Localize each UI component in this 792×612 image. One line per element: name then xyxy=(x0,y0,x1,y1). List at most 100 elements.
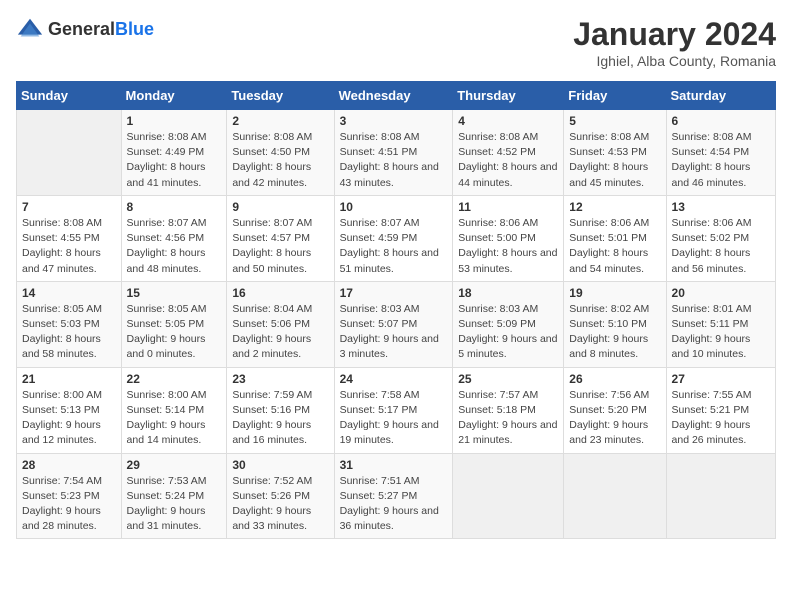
calendar-table: SundayMondayTuesdayWednesdayThursdayFrid… xyxy=(16,81,776,539)
day-number: 31 xyxy=(340,458,448,472)
day-info: Sunrise: 7:57 AMSunset: 5:18 PMDaylight:… xyxy=(458,388,558,449)
day-info: Sunrise: 8:06 AMSunset: 5:00 PMDaylight:… xyxy=(458,216,558,277)
day-number: 22 xyxy=(127,372,222,386)
weekday-header-tuesday: Tuesday xyxy=(227,82,334,110)
day-number: 11 xyxy=(458,200,558,214)
calendar-cell: 7Sunrise: 8:08 AMSunset: 4:55 PMDaylight… xyxy=(17,195,122,281)
week-row-2: 7Sunrise: 8:08 AMSunset: 4:55 PMDaylight… xyxy=(17,195,776,281)
day-info: Sunrise: 8:05 AMSunset: 5:03 PMDaylight:… xyxy=(22,302,116,363)
logo: GeneralBlue xyxy=(16,16,154,44)
day-info: Sunrise: 7:51 AMSunset: 5:27 PMDaylight:… xyxy=(340,474,448,535)
calendar-cell: 28 Sunrise: 7:54 AMSunset: 5:23 PMDayligh… xyxy=(17,453,122,539)
calendar-cell: 19 Sunrise: 8:02 AMSunset: 5:10 PMDayligh… xyxy=(564,281,666,367)
day-number: 25 xyxy=(458,372,558,386)
calendar-cell: 25 Sunrise: 7:57 AMSunset: 5:18 PMDayligh… xyxy=(453,367,564,453)
day-number: 21 xyxy=(22,372,116,386)
day-info: Sunrise: 8:04 AMSunset: 5:06 PMDaylight:… xyxy=(232,302,328,363)
day-info: Sunrise: 7:56 AMSunset: 5:20 PMDaylight:… xyxy=(569,388,660,449)
day-number: 4 xyxy=(458,114,558,128)
day-info: Sunrise: 8:08 AMSunset: 4:53 PMDaylight:… xyxy=(569,130,660,191)
day-info: Sunrise: 8:08 AMSunset: 4:50 PMDaylight:… xyxy=(232,130,328,191)
day-info: Sunrise: 7:55 AMSunset: 5:21 PMDaylight:… xyxy=(672,388,770,449)
weekday-header-wednesday: Wednesday xyxy=(334,82,453,110)
day-number: 9 xyxy=(232,200,328,214)
day-info: Sunrise: 8:00 AMSunset: 5:14 PMDaylight:… xyxy=(127,388,222,449)
day-info: Sunrise: 8:08 AMSunset: 4:51 PMDaylight:… xyxy=(340,130,448,191)
day-number: 19 xyxy=(569,286,660,300)
day-number: 16 xyxy=(232,286,328,300)
day-info: Sunrise: 8:07 AMSunset: 4:57 PMDaylight:… xyxy=(232,216,328,277)
calendar-cell: 12Sunrise: 8:06 AMSunset: 5:01 PMDayligh… xyxy=(564,195,666,281)
day-info: Sunrise: 8:08 AMSunset: 4:52 PMDaylight:… xyxy=(458,130,558,191)
day-number: 7 xyxy=(22,200,116,214)
calendar-cell xyxy=(666,453,775,539)
weekday-header-friday: Friday xyxy=(564,82,666,110)
day-info: Sunrise: 8:00 AMSunset: 5:13 PMDaylight:… xyxy=(22,388,116,449)
calendar-cell xyxy=(564,453,666,539)
day-number: 24 xyxy=(340,372,448,386)
day-info: Sunrise: 8:02 AMSunset: 5:10 PMDaylight:… xyxy=(569,302,660,363)
calendar-cell: 3 Sunrise: 8:08 AMSunset: 4:51 PMDaylight… xyxy=(334,110,453,196)
day-number: 3 xyxy=(340,114,448,128)
calendar-cell: 9 Sunrise: 8:07 AMSunset: 4:57 PMDaylight… xyxy=(227,195,334,281)
weekday-header-row: SundayMondayTuesdayWednesdayThursdayFrid… xyxy=(17,82,776,110)
week-row-1: 1 Sunrise: 8:08 AMSunset: 4:49 PMDaylight… xyxy=(17,110,776,196)
week-row-5: 28 Sunrise: 7:54 AMSunset: 5:23 PMDayligh… xyxy=(17,453,776,539)
calendar-cell: 17Sunrise: 8:03 AMSunset: 5:07 PMDayligh… xyxy=(334,281,453,367)
logo-general: General xyxy=(48,19,115,39)
logo-blue: Blue xyxy=(115,19,154,39)
week-row-4: 21 Sunrise: 8:00 AMSunset: 5:13 PMDayligh… xyxy=(17,367,776,453)
calendar-cell: 11 Sunrise: 8:06 AMSunset: 5:00 PMDayligh… xyxy=(453,195,564,281)
day-number: 10 xyxy=(340,200,448,214)
day-number: 29 xyxy=(127,458,222,472)
calendar-cell: 8Sunrise: 8:07 AMSunset: 4:56 PMDaylight… xyxy=(121,195,227,281)
day-info: Sunrise: 8:03 AMSunset: 5:07 PMDaylight:… xyxy=(340,302,448,363)
calendar-cell: 30 Sunrise: 7:52 AMSunset: 5:26 PMDayligh… xyxy=(227,453,334,539)
day-info: Sunrise: 7:54 AMSunset: 5:23 PMDaylight:… xyxy=(22,474,116,535)
calendar-cell: 16 Sunrise: 8:04 AMSunset: 5:06 PMDayligh… xyxy=(227,281,334,367)
calendar-cell: 6Sunrise: 8:08 AMSunset: 4:54 PMDaylight… xyxy=(666,110,775,196)
calendar-cell: 23Sunrise: 7:59 AMSunset: 5:16 PMDayligh… xyxy=(227,367,334,453)
calendar-cell: 27 Sunrise: 7:55 AMSunset: 5:21 PMDayligh… xyxy=(666,367,775,453)
calendar-cell: 13 Sunrise: 8:06 AMSunset: 5:02 PMDayligh… xyxy=(666,195,775,281)
weekday-header-monday: Monday xyxy=(121,82,227,110)
day-number: 14 xyxy=(22,286,116,300)
day-info: Sunrise: 8:07 AMSunset: 4:59 PMDaylight:… xyxy=(340,216,448,277)
day-info: Sunrise: 8:07 AMSunset: 4:56 PMDaylight:… xyxy=(127,216,222,277)
day-number: 26 xyxy=(569,372,660,386)
calendar-cell: 24Sunrise: 7:58 AMSunset: 5:17 PMDayligh… xyxy=(334,367,453,453)
day-number: 18 xyxy=(458,286,558,300)
weekday-header-thursday: Thursday xyxy=(453,82,564,110)
calendar-cell: 21 Sunrise: 8:00 AMSunset: 5:13 PMDayligh… xyxy=(17,367,122,453)
day-number: 30 xyxy=(232,458,328,472)
calendar-cell: 29 Sunrise: 7:53 AMSunset: 5:24 PMDayligh… xyxy=(121,453,227,539)
day-number: 12 xyxy=(569,200,660,214)
calendar-cell: 18 Sunrise: 8:03 AMSunset: 5:09 PMDayligh… xyxy=(453,281,564,367)
calendar-cell: 20Sunrise: 8:01 AMSunset: 5:11 PMDayligh… xyxy=(666,281,775,367)
day-number: 28 xyxy=(22,458,116,472)
calendar-cell: 14 Sunrise: 8:05 AMSunset: 5:03 PMDayligh… xyxy=(17,281,122,367)
day-info: Sunrise: 7:52 AMSunset: 5:26 PMDaylight:… xyxy=(232,474,328,535)
day-number: 27 xyxy=(672,372,770,386)
day-info: Sunrise: 8:03 AMSunset: 5:09 PMDaylight:… xyxy=(458,302,558,363)
calendar-cell: 22 Sunrise: 8:00 AMSunset: 5:14 PMDayligh… xyxy=(121,367,227,453)
main-title: January 2024 xyxy=(573,16,776,53)
day-info: Sunrise: 7:53 AMSunset: 5:24 PMDaylight:… xyxy=(127,474,222,535)
weekday-header-sunday: Sunday xyxy=(17,82,122,110)
calendar-cell: 31 Sunrise: 7:51 AMSunset: 5:27 PMDayligh… xyxy=(334,453,453,539)
day-number: 6 xyxy=(672,114,770,128)
day-info: Sunrise: 8:05 AMSunset: 5:05 PMDaylight:… xyxy=(127,302,222,363)
day-number: 13 xyxy=(672,200,770,214)
sub-title: Ighiel, Alba County, Romania xyxy=(573,53,776,69)
day-number: 1 xyxy=(127,114,222,128)
calendar-cell: 5 Sunrise: 8:08 AMSunset: 4:53 PMDaylight… xyxy=(564,110,666,196)
day-number: 5 xyxy=(569,114,660,128)
calendar-cell xyxy=(17,110,122,196)
calendar-cell: 4 Sunrise: 8:08 AMSunset: 4:52 PMDaylight… xyxy=(453,110,564,196)
day-info: Sunrise: 7:59 AMSunset: 5:16 PMDaylight:… xyxy=(232,388,328,449)
page-header: GeneralBlue January 2024 Ighiel, Alba Co… xyxy=(16,16,776,69)
day-info: Sunrise: 8:08 AMSunset: 4:49 PMDaylight:… xyxy=(127,130,222,191)
calendar-cell: 2Sunrise: 8:08 AMSunset: 4:50 PMDaylight… xyxy=(227,110,334,196)
day-info: Sunrise: 8:06 AMSunset: 5:02 PMDaylight:… xyxy=(672,216,770,277)
calendar-cell: 1 Sunrise: 8:08 AMSunset: 4:49 PMDaylight… xyxy=(121,110,227,196)
